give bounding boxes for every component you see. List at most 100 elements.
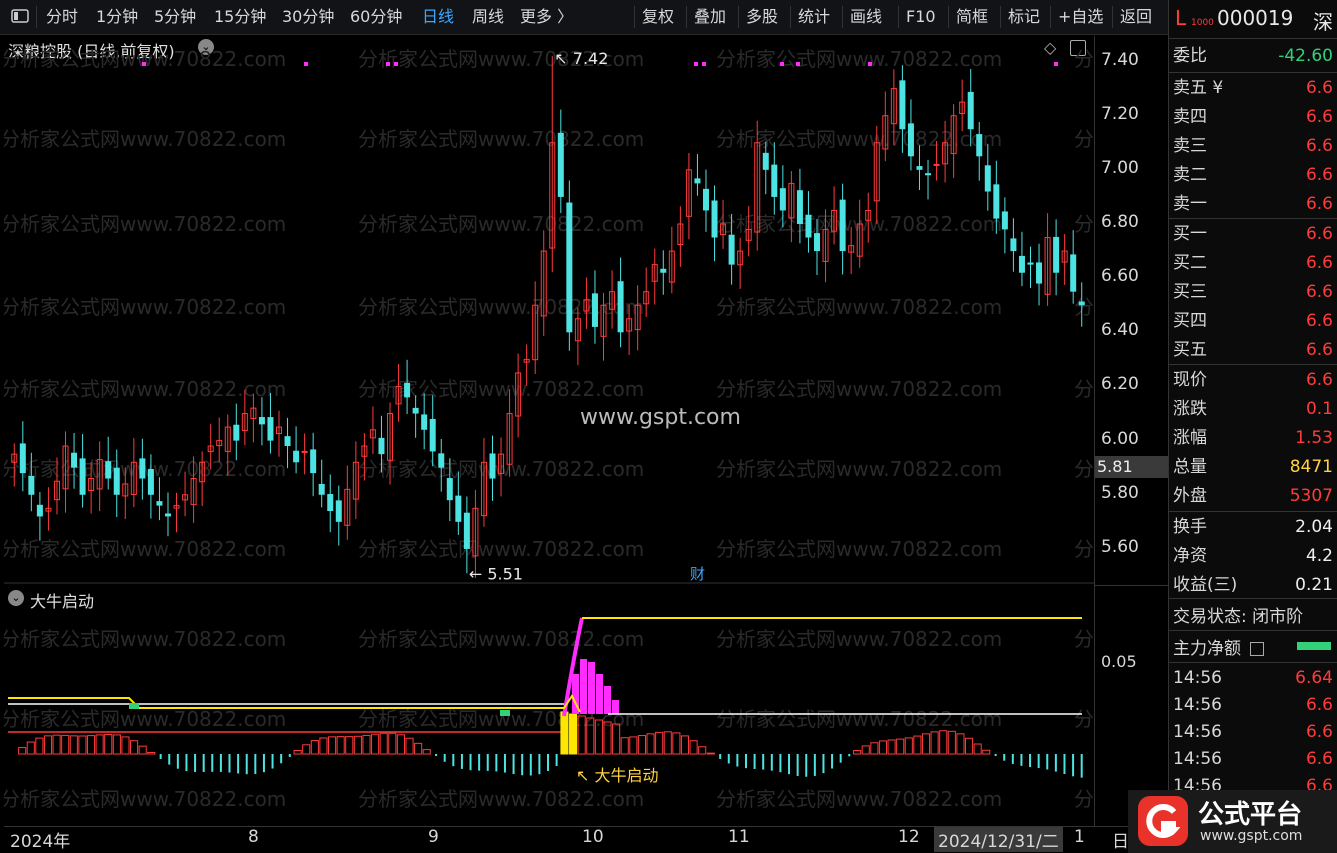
histogram-bar [35, 737, 44, 755]
main-net-row[interactable]: 主力净额 [1173, 634, 1265, 659]
bid-label: 买一 [1173, 224, 1207, 244]
stat-label: 总量 [1173, 457, 1207, 477]
ask-value: 6.6 [1305, 165, 1333, 185]
watermark-text: 分析家公式网www.70822.com [4, 537, 286, 561]
candle-body [591, 293, 598, 327]
action-button-0[interactable]: 复权 [642, 6, 674, 28]
action-button-1[interactable]: 叠加 [694, 6, 726, 28]
trade-status-label: 交易状态: [1173, 607, 1247, 627]
watermark-text: 分析家公式网www.70822.com [4, 47, 286, 71]
tab-4[interactable]: 30分钟 [282, 6, 334, 28]
tab-2[interactable]: 5分钟 [154, 6, 196, 28]
watermark-text: 分析家公式网www.70822.com [4, 627, 286, 651]
signal-dot [1054, 62, 1058, 66]
price-tick-6: 6.20 [1101, 374, 1139, 395]
date-label-3: 10 [582, 827, 604, 847]
candle-body [557, 132, 564, 197]
watermark-text: 分析家公式网www.70822.com [4, 295, 286, 319]
histogram-bar [138, 745, 147, 755]
watermark-text: 分析家公式网www.70822.com [358, 787, 644, 811]
tick-row: 14:56 6.64 [1173, 664, 1333, 692]
indicator-panel[interactable]: ⌄ 大牛启动 分析家公式网www.70822.com 分析家公式网www.7082… [4, 586, 1094, 824]
stat-row: 涨幅 1.53 [1173, 424, 1333, 452]
tab-0[interactable]: 分时 [46, 6, 78, 28]
histogram-bar [680, 735, 690, 755]
tick-price: 6.6 [1305, 749, 1333, 769]
tab-6[interactable]: 日线 [422, 6, 454, 28]
list-icon[interactable] [1250, 642, 1265, 656]
indicator-chart: 分析家公式网www.70822.com 分析家公式网www.70822.com 分析… [4, 617, 1094, 811]
histogram-bar [620, 737, 629, 755]
watermark-text: 分析家公式网www.70822.com [4, 707, 286, 731]
stat-value: 5307 [1289, 486, 1333, 506]
action-button-6[interactable]: 简框 [956, 6, 988, 28]
stat-label: 涨跌 [1173, 399, 1207, 419]
watermark-text: 分析家公式网www.70822.com [716, 377, 1002, 401]
tab-5[interactable]: 60分钟 [350, 6, 402, 28]
action-button-5[interactable]: F10 [906, 6, 936, 28]
tab-3[interactable]: 15分钟 [214, 6, 266, 28]
candle-body [36, 504, 43, 517]
bid-row: 买五 6.6 [1173, 336, 1333, 364]
window-toggle-icon[interactable] [10, 6, 30, 28]
bid-label: 买五 [1173, 340, 1207, 360]
price-tick-2: 7.00 [1101, 157, 1139, 178]
histogram-bar [396, 734, 405, 755]
ask-row: 卖五 ¥ 6.6 [1173, 74, 1333, 102]
action-button-2[interactable]: 多股 [746, 6, 778, 28]
stat-label: 换手 [1173, 517, 1207, 537]
tab-8[interactable]: 更多 〉 [520, 6, 573, 28]
watermark-text: 分析家公式网www.70822.com [716, 537, 1002, 561]
spike-bar [580, 659, 587, 714]
signal-dot [702, 62, 706, 66]
tick-time: 14:56 [1173, 749, 1222, 769]
candle-body [702, 188, 709, 211]
candle-body [1053, 236, 1060, 273]
date-label-6: 2024/12/31/二 [934, 827, 1063, 852]
ask-value: 6.6 [1305, 107, 1333, 127]
price-chart-panel[interactable]: 深粮控股 (日线,前复权) ⌄ ◇ 分析家公式网www.70822.com 分析家… [4, 36, 1094, 584]
candle-body [976, 134, 983, 157]
histogram-bar [853, 750, 862, 755]
tick-row: 14:56 6.6 [1173, 691, 1333, 719]
histogram-bar [52, 734, 61, 755]
tab-7[interactable]: 周线 [472, 6, 504, 28]
indicator-tick: 0.05 [1101, 652, 1137, 671]
candle-body [1078, 301, 1085, 306]
histogram-bar [560, 711, 569, 755]
histogram-bar [26, 741, 35, 755]
candle-body [814, 233, 820, 252]
histogram-bar [130, 740, 139, 755]
candle-body [933, 163, 940, 166]
weibi-value: -42.60 [1278, 46, 1333, 66]
candle-body [694, 178, 701, 184]
stat-row: 换手 2.04 [1173, 513, 1333, 541]
action-button-4[interactable]: 画线 [850, 6, 882, 28]
price-tick-3: 6.80 [1101, 212, 1139, 232]
price-tick-4: 6.60 [1101, 266, 1139, 287]
tab-1[interactable]: 1分钟 [96, 6, 138, 28]
action-button-3[interactable]: 统计 [798, 6, 830, 28]
bid-label: 买三 [1173, 282, 1207, 302]
histogram-bar [939, 730, 948, 755]
candle-body [1070, 254, 1077, 292]
tick-row: 14:56 6.6 [1173, 745, 1333, 773]
quote-panel: L 1000 000019 深 委比 -42.60 卖五 ¥6.6 卖四 6.6 卖三… [1168, 0, 1337, 853]
candle-body [378, 437, 385, 455]
action-button-9[interactable]: 返回 [1120, 6, 1152, 28]
histogram-bar [353, 735, 362, 755]
stat-value: 2.04 [1295, 517, 1333, 537]
histogram-bar [86, 735, 96, 755]
histogram-bar [887, 739, 896, 755]
histogram-bar [302, 744, 311, 755]
action-button-8[interactable]: +自选 [1058, 6, 1103, 28]
candle-body [19, 443, 26, 474]
signal-dot [386, 62, 390, 66]
bid-label: 买二 [1173, 253, 1207, 273]
histogram-bar [861, 745, 870, 755]
histogram-bar [362, 734, 371, 755]
candle-body [327, 494, 334, 512]
weibi-row: 委比 -42.60 [1173, 42, 1333, 70]
date-label-8: 日 [1112, 832, 1129, 852]
action-button-7[interactable]: 标记 [1008, 6, 1040, 28]
